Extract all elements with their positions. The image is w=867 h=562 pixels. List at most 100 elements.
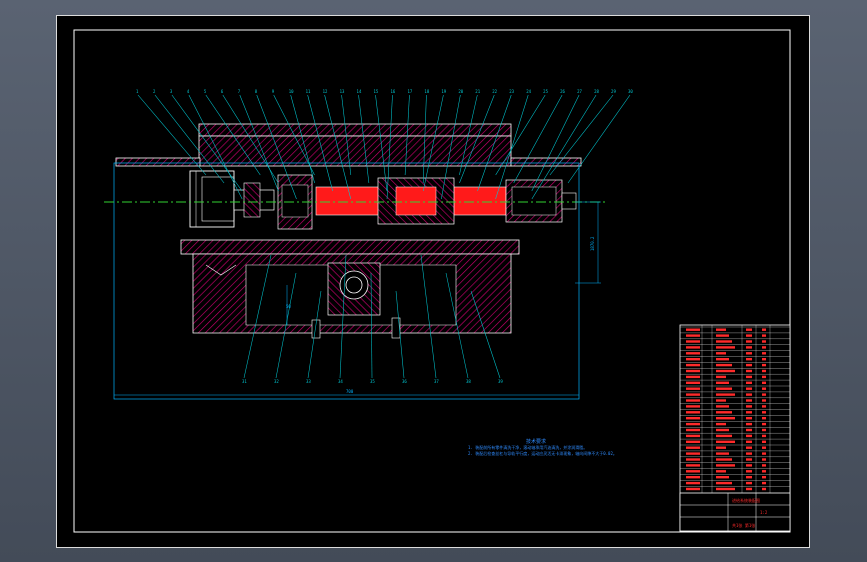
parts-row-mark [746,334,752,337]
svg-text:3: 3 [170,89,173,94]
parts-row-mark [716,346,735,349]
parts-row-mark [746,446,752,449]
parts-row-mark [686,434,700,438]
cad-viewport[interactable]: 700 1870.2 50 1 2 3 4 5 6 7 8 9 10 11 12 13 14 15 16 17 1… [0,0,867,562]
parts-row-mark [716,452,729,455]
parts-row-mark [762,334,766,337]
parts-row-mark [686,440,700,443]
parts-row-mark [686,422,700,426]
parts-row-mark [762,393,766,396]
parts-row-mark [716,375,726,379]
parts-row-mark [746,417,752,420]
parts-row-mark [686,363,700,367]
svg-text:34: 34 [338,379,343,384]
svg-text:28: 28 [594,89,599,94]
drawing-name: 进给系统装配图 [732,497,760,503]
parts-row-mark [686,334,700,337]
svg-text:21: 21 [475,89,480,94]
parts-row-mark [716,340,732,343]
svg-text:31: 31 [242,379,247,384]
parts-row-mark [746,428,752,432]
parts-row-mark [746,487,752,491]
svg-text:30: 30 [628,89,633,94]
parts-row-mark [686,411,700,414]
parts-row-mark [746,470,752,473]
svg-text:20: 20 [458,89,463,94]
parts-row-mark [686,452,700,455]
parts-row-mark [716,440,735,443]
parts-row-mark [716,464,735,467]
parts-row-mark [746,452,752,455]
parts-row-mark [762,487,766,491]
balloon-top-29: 29 [549,89,616,176]
svg-text:35: 35 [370,379,375,384]
parts-row-mark [762,428,766,432]
balloon-top-30: 30 [567,89,633,184]
parts-row-mark [716,411,732,414]
svg-text:7: 7 [238,89,241,94]
title-block: 进给系统装配图 1:2 共1张 第1张 [679,324,791,532]
svg-text:26: 26 [560,89,565,94]
parts-row-mark [716,422,726,426]
parts-row-mark [716,358,729,361]
svg-text:5: 5 [204,89,207,94]
parts-row-mark [686,358,700,361]
parts-row-mark [762,464,766,467]
parts-row-mark [686,476,700,479]
notes-heading: 技术要求 [526,438,546,445]
parts-row-mark [746,399,752,402]
width-dimension: 700 [346,389,354,394]
svg-text:27: 27 [577,89,582,94]
parts-row-mark [762,328,766,331]
main-view: 700 1870.2 50 [104,123,608,400]
parts-row-mark [716,328,726,331]
parts-row-mark [716,363,732,367]
svg-text:17: 17 [407,89,412,94]
svg-text:8: 8 [255,89,258,94]
parts-row-mark [762,340,766,343]
parts-row-mark [716,417,735,420]
svg-text:16: 16 [390,89,395,94]
parts-row-mark [686,375,700,379]
parts-row-mark [716,446,726,449]
parts-row-mark [686,458,700,461]
parts-row-mark [716,369,735,373]
parts-row-mark [762,363,766,367]
svg-text:4: 4 [187,89,190,94]
parts-row-mark [686,487,700,491]
svg-text:32: 32 [274,379,279,384]
parts-row-mark [686,369,700,373]
parts-row-mark [762,434,766,438]
parts-row-mark [686,470,700,473]
parts-row-mark [686,393,700,396]
small-dimension: 50 [286,304,291,309]
svg-text:15: 15 [374,89,379,94]
svg-text:23: 23 [509,89,514,94]
parts-row-mark [762,476,766,479]
parts-row-mark [716,334,729,337]
svg-text:33: 33 [306,379,311,384]
parts-row-mark [746,346,752,349]
drawing-sheet: 700 1870.2 50 1 2 3 4 5 6 7 8 9 10 11 12 13 14 15 16 17 1… [56,15,810,548]
parts-row-mark [686,387,700,390]
parts-row-mark [716,458,732,461]
parts-row-mark [746,340,752,343]
parts-row-mark [686,417,700,420]
svg-text:37: 37 [434,379,439,384]
parts-row-mark [716,393,735,396]
parts-row-mark [762,422,766,426]
svg-text:39: 39 [498,379,503,384]
parts-row-mark [686,381,700,384]
parts-row-mark [746,328,752,331]
parts-row-mark [762,481,766,485]
parts-row-mark [716,381,729,384]
svg-text:9: 9 [272,89,275,94]
parts-row-mark [716,481,732,485]
parts-row-mark [746,411,752,414]
svg-text:36: 36 [402,379,407,384]
parts-row-mark [686,352,700,355]
svg-text:14: 14 [357,89,362,94]
parts-row-mark [746,481,752,485]
svg-text:18: 18 [424,89,429,94]
parts-row-mark [746,369,752,373]
